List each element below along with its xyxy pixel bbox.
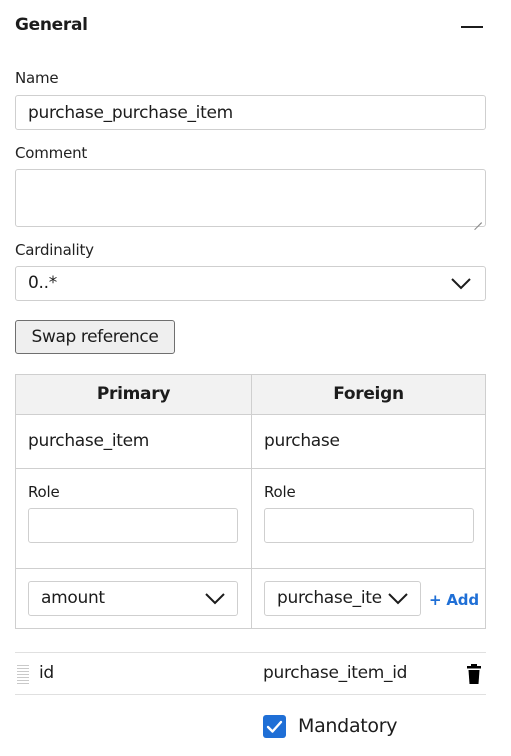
- mandatory-checkbox[interactable]: [263, 715, 286, 738]
- foreign-role-input[interactable]: [264, 508, 474, 543]
- foreign-column-value: purchase_ite: [277, 588, 382, 608]
- section-title: General: [15, 15, 88, 35]
- drag-handle-icon[interactable]: [17, 665, 29, 685]
- header-foreign: Foreign: [251, 375, 485, 414]
- primary-column-select[interactable]: amount: [28, 581, 238, 616]
- pair-primary-column: id: [39, 663, 54, 683]
- checkmark-icon: [266, 720, 283, 733]
- comment-textarea[interactable]: [15, 169, 486, 227]
- name-input[interactable]: [15, 95, 486, 130]
- foreign-column-select[interactable]: purchase_ite: [264, 581, 421, 616]
- chevron-down-icon: [388, 592, 408, 604]
- collapse-icon[interactable]: [459, 14, 485, 40]
- section-header: General: [15, 14, 485, 40]
- header-primary: Primary: [96, 384, 171, 404]
- resize-grip-icon[interactable]: [474, 215, 482, 223]
- primary-role-label: Role: [28, 483, 60, 501]
- table-column-row: amount purchase_ite + Add: [16, 568, 485, 628]
- cardinality-value: 0..*: [28, 273, 57, 293]
- table-role-row: Role Role: [16, 468, 485, 568]
- comment-label: Comment: [15, 144, 88, 162]
- mandatory-label: Mandatory: [298, 715, 398, 737]
- cardinality-select[interactable]: 0..*: [15, 266, 486, 301]
- swap-reference-button[interactable]: Swap reference: [15, 320, 175, 354]
- name-label: Name: [15, 69, 59, 87]
- foreign-role-label: Role: [264, 483, 296, 501]
- foreign-table-name: purchase: [251, 415, 485, 468]
- table-name-row: purchase_item purchase: [16, 414, 485, 468]
- chevron-down-icon: [451, 277, 471, 289]
- add-column-pair-button[interactable]: + Add: [429, 591, 479, 609]
- reference-table: Primary Foreign purchase_item purchase R…: [15, 374, 486, 629]
- cardinality-label: Cardinality: [15, 241, 94, 259]
- primary-column-value: amount: [41, 588, 105, 608]
- primary-role-input[interactable]: [28, 508, 238, 543]
- column-pair-row: id purchase_item_id: [15, 652, 486, 695]
- pair-foreign-column: purchase_item_id: [263, 663, 408, 683]
- primary-table-name: purchase_item: [28, 431, 150, 451]
- table-header-row: Primary Foreign: [16, 375, 485, 414]
- trash-icon[interactable]: [466, 664, 482, 684]
- chevron-down-icon: [205, 592, 225, 604]
